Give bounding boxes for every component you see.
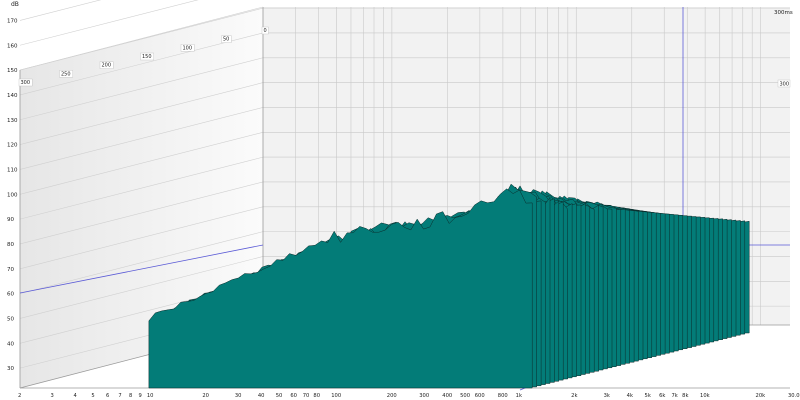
- x-tick-label: 7: [118, 393, 121, 399]
- time-tick: 150: [140, 52, 154, 61]
- time-right-label: 300: [777, 79, 791, 88]
- x-tick-label: 7k: [671, 393, 677, 399]
- x-tick-label: 50: [276, 393, 283, 399]
- y-tick-label: 60: [7, 292, 14, 298]
- x-tick-label: 500: [460, 393, 470, 399]
- x-tick-label: 6k: [659, 393, 665, 399]
- y-tick-label: 170: [7, 18, 18, 24]
- time-tick: 0: [261, 26, 269, 35]
- y-tick-label: 40: [7, 341, 14, 347]
- x-tick-label: 100: [331, 393, 341, 399]
- svg-text:300: 300: [780, 82, 790, 88]
- x-tick-label: 5: [91, 393, 94, 399]
- y-tick-label: 120: [7, 143, 18, 149]
- x-tick-label: 1k: [516, 393, 522, 399]
- waterfall-chart: dB 300ms 3040506070809010011012013014015…: [7, 0, 800, 399]
- x-tick-label: 70: [303, 393, 310, 399]
- time-tick: 200: [99, 61, 114, 69]
- time-tick: 50: [221, 35, 232, 43]
- x-tick-label: 2: [18, 393, 21, 399]
- svg-text:0: 0: [264, 28, 267, 34]
- x-tick-label: 300: [419, 393, 429, 399]
- svg-text:150: 150: [142, 54, 152, 60]
- x-tick-label: 9: [138, 393, 141, 399]
- x-tick-label: 200: [387, 393, 397, 399]
- x-tick-label: 10: [147, 393, 154, 399]
- y-tick-label: 50: [7, 316, 14, 322]
- time-tick: 100: [180, 44, 195, 52]
- x-tick-label: 8: [129, 393, 132, 399]
- x-tick-label: 3: [50, 393, 53, 399]
- y-tick-label: 30: [7, 366, 14, 372]
- x-tick-label: 60: [290, 393, 297, 399]
- y-tick-label: 130: [7, 118, 18, 124]
- x-tick-label: 3k: [604, 393, 610, 399]
- x-tick-label: 800: [498, 393, 508, 399]
- x-tick-label: 2k: [571, 393, 577, 399]
- y-tick-label: 90: [7, 217, 14, 223]
- svg-text:300: 300: [21, 80, 31, 86]
- y-tick-label: 140: [7, 93, 18, 99]
- y-tick-label: 70: [7, 267, 14, 273]
- x-tick-label: 20: [202, 393, 209, 399]
- y-tick-label: 150: [7, 68, 18, 74]
- x-tick-label: 40: [258, 393, 265, 399]
- x-tick-label: 10k: [700, 393, 710, 399]
- x-tick-label: 80: [313, 393, 320, 399]
- time-tick: 300: [18, 78, 33, 87]
- x-tick-label: 20k: [756, 393, 766, 399]
- x-tick-label: 400: [442, 393, 452, 399]
- y-tick-label: 160: [7, 43, 18, 49]
- x-tick-label: 30.0k Hz: [788, 393, 800, 399]
- time-unit-label: 300ms: [774, 10, 793, 16]
- y-tick-label: 80: [7, 242, 14, 248]
- x-tick-label: 30: [235, 393, 242, 399]
- x-tick-label: 5k: [645, 393, 651, 399]
- svg-text:50: 50: [223, 37, 229, 43]
- svg-text:200: 200: [102, 63, 112, 69]
- x-tick-label: 8k: [682, 393, 688, 399]
- y-tick-label: 100: [7, 192, 18, 198]
- x-tick-label: 4: [74, 393, 78, 399]
- time-tick: 250: [59, 70, 73, 78]
- svg-text:100: 100: [183, 45, 193, 51]
- svg-text:250: 250: [61, 71, 71, 77]
- x-tick-label: 4k: [627, 393, 633, 399]
- x-tick-label: 6: [106, 393, 109, 399]
- y-unit-label: dB: [11, 1, 19, 8]
- y-tick-label: 110: [7, 167, 18, 173]
- x-tick-label: 600: [475, 393, 485, 399]
